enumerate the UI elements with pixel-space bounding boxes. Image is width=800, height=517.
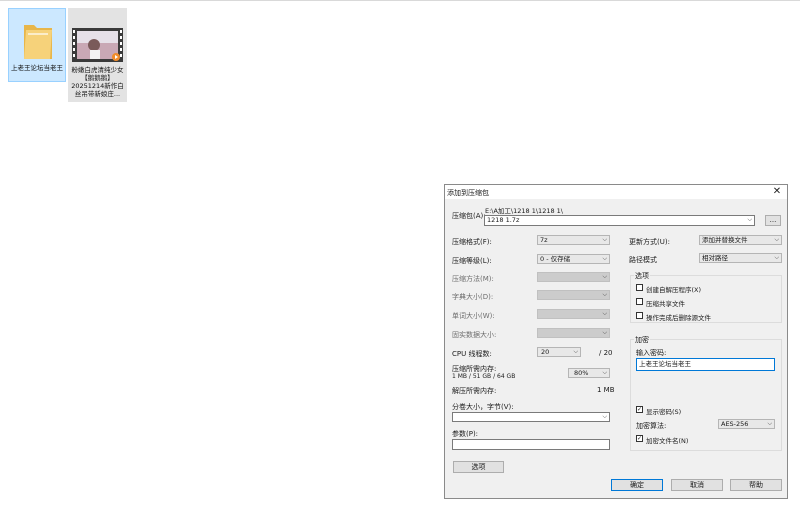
archive-name-value: 1218 1.7z	[487, 216, 520, 224]
threads-total: / 20	[599, 349, 613, 357]
chevron-down-icon: ⌵	[747, 216, 752, 223]
password-input[interactable]: 上老王论坛当老王	[636, 358, 775, 371]
params-label: 参数(P):	[452, 430, 479, 438]
chevron-down-icon: ⌵	[602, 413, 607, 420]
folder-label: 上老王论坛当老王	[11, 64, 63, 72]
split-combo[interactable]: ⌵	[452, 412, 610, 422]
enc-method-label: 加密算法:	[636, 422, 667, 430]
encrypt-names-label: 加密文件名(N)	[646, 437, 689, 445]
format-value: 7z	[540, 236, 548, 244]
encrypt-names-checkbox[interactable]: ✓	[636, 435, 643, 442]
solid-label: 固实数据大小:	[452, 331, 497, 339]
chevron-down-icon: ⌵	[602, 369, 607, 376]
level-label: 压缩等级(L):	[452, 257, 492, 265]
dict-select: ⌵	[537, 290, 610, 300]
solid-select: ⌵	[537, 328, 610, 338]
password-label: 输入密码:	[636, 349, 667, 357]
archive-name-combo[interactable]: 1218 1.7z ⌵	[484, 215, 755, 226]
threads-select[interactable]: 20 ⌵	[537, 347, 581, 357]
delete-source-label: 操作完成后删除源文件	[646, 314, 711, 322]
sfx-label: 创建自解压程序(X)	[646, 286, 702, 294]
mem-decomp-label: 解压所需内存:	[452, 387, 497, 395]
threads-label: CPU 线程数:	[452, 350, 492, 358]
video-thumbnail-icon	[72, 28, 123, 62]
dict-label: 字典大小(D):	[452, 293, 494, 301]
dialog-titlebar: 添加到压缩包 ✕	[445, 185, 787, 199]
archive-path: E:\A加工\1218 1\1218 1\	[485, 207, 563, 215]
chevron-down-icon: ⌵	[602, 236, 607, 243]
path-mode-select[interactable]: 相对路径 ⌵	[699, 253, 782, 263]
mem-comp-detail: 1 MB / 51 GB / 64 GB	[452, 373, 516, 380]
method-select: ⌵	[537, 272, 610, 282]
desktop-video-item[interactable]: 粉嫩白虎清纯少女【鹅鹅鹅】20251214新作白丝吊带新娘庄...	[68, 8, 127, 102]
params-input[interactable]	[452, 439, 610, 450]
chevron-down-icon: ⌵	[767, 420, 772, 427]
chevron-down-icon: ⌵	[774, 236, 779, 243]
options-group-title: 选项	[634, 271, 650, 281]
add-to-archive-dialog: 添加到压缩包 ✕ 压缩包(A): E:\A加工\1218 1\1218 1\ 1…	[444, 184, 788, 499]
desktop-folder-item[interactable]: 上老王论坛当老王	[8, 8, 66, 82]
path-mode-label: 路径模式	[629, 256, 657, 264]
chevron-down-icon: ⌵	[602, 255, 607, 262]
encryption-group-title: 加密	[634, 335, 650, 345]
word-select: ⌵	[537, 309, 610, 319]
level-select[interactable]: 0 - 仅存储 ⌵	[537, 254, 610, 264]
word-label: 单词大小(W):	[452, 312, 495, 320]
archive-label: 压缩包(A):	[452, 212, 486, 220]
chevron-down-icon: ⌵	[774, 254, 779, 261]
shared-checkbox[interactable]	[636, 298, 643, 305]
top-divider	[0, 0, 800, 1]
show-password-label: 显示密码(S)	[646, 408, 682, 416]
chevron-down-icon: ⌵	[602, 291, 607, 298]
shared-label: 压缩共享文件	[646, 300, 685, 308]
options-button[interactable]: 选项	[453, 461, 504, 473]
sfx-checkbox[interactable]	[636, 284, 643, 291]
split-label: 分卷大小，字节(V):	[452, 403, 514, 411]
browse-button[interactable]: ...	[765, 215, 781, 226]
format-label: 压缩格式(F):	[452, 238, 492, 246]
update-select[interactable]: 添加并替换文件 ⌵	[699, 235, 782, 245]
level-value: 0 - 仅存储	[540, 255, 571, 263]
enc-method-select[interactable]: AES-256 ⌵	[718, 419, 775, 429]
video-label: 粉嫩白虎清纯少女【鹅鹅鹅】20251214新作白丝吊带新娘庄...	[71, 66, 124, 98]
close-icon[interactable]: ✕	[771, 186, 783, 198]
dialog-title: 添加到压缩包	[447, 189, 489, 197]
help-button[interactable]: 帮助	[730, 479, 782, 491]
method-label: 压缩方法(M):	[452, 275, 494, 283]
chevron-down-icon: ⌵	[602, 310, 607, 317]
show-password-checkbox[interactable]: ✓	[636, 406, 643, 413]
update-label: 更新方式(U):	[629, 238, 670, 246]
chevron-down-icon: ⌵	[573, 348, 578, 355]
mem-percent-select[interactable]: 80% ⌵	[568, 368, 610, 378]
mem-decomp-value: 1 MB	[597, 386, 615, 394]
update-value: 添加并替换文件	[702, 236, 748, 244]
chevron-down-icon: ⌵	[602, 273, 607, 280]
folder-icon	[24, 25, 52, 59]
threads-value: 20	[541, 348, 550, 356]
format-select[interactable]: 7z ⌵	[537, 235, 610, 245]
delete-source-checkbox[interactable]	[636, 312, 643, 319]
cancel-button[interactable]: 取消	[671, 479, 723, 491]
enc-method-value: AES-256	[721, 420, 749, 428]
ok-button[interactable]: 确定	[611, 479, 663, 491]
chevron-down-icon: ⌵	[602, 329, 607, 336]
path-mode-value: 相对路径	[702, 254, 728, 262]
mem-percent-value: 80%	[574, 369, 589, 377]
